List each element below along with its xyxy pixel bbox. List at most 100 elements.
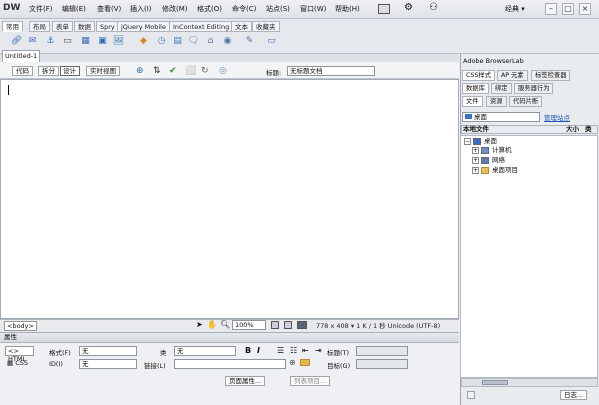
desktop-icon[interactable] [297, 321, 307, 329]
format-select[interactable]: 无 [79, 346, 137, 356]
gear-icon[interactable]: ⚙ [404, 2, 413, 13]
column-local-files[interactable]: 本地文件 [463, 125, 489, 133]
maximize-button[interactable]: □ [562, 3, 574, 15]
insert-tab-layout[interactable]: 布局 [29, 21, 50, 32]
image-icon[interactable]: 🖼︎ [112, 35, 125, 48]
pointer-icon[interactable]: ➤ [196, 320, 203, 329]
browser-icon[interactable]: ◎ [219, 66, 227, 76]
date-icon[interactable]: ◷ [155, 35, 168, 48]
panel-tab-server[interactable]: 服务器行为 [514, 83, 554, 94]
insert-tab-spry[interactable]: Spry [96, 21, 119, 32]
zoom-select[interactable]: 100% [232, 320, 266, 330]
italic-button[interactable]: I [257, 346, 260, 355]
tree-item-computer[interactable]: + 计算机 [472, 146, 512, 154]
preview-icon[interactable]: ⊕ [136, 66, 144, 76]
heading-input[interactable] [356, 346, 408, 356]
insert-tab-data[interactable]: 数据 [74, 21, 95, 32]
insert-tab-incontext[interactable]: InContext Editing [169, 21, 234, 32]
hyperlink-icon[interactable]: 🔗︎ [10, 35, 23, 48]
panel-tab-snippets[interactable]: 代码片断 [509, 96, 543, 107]
point-to-file-icon[interactable]: ⊕ [289, 358, 296, 367]
hr-icon[interactable]: ▭ [61, 35, 74, 48]
panel-tab-css[interactable]: CSS样式 [462, 70, 495, 81]
insert-tab-forms[interactable]: 表单 [52, 21, 73, 32]
menu-help[interactable]: 帮助(H) [335, 4, 360, 14]
check-icon[interactable]: ✔ [169, 66, 177, 76]
html-mode-button[interactable]: <> HTML [5, 346, 34, 363]
view-code-button[interactable]: 代码 [12, 66, 33, 76]
div-icon[interactable]: ▣ [96, 35, 109, 48]
close-button[interactable]: × [579, 3, 591, 15]
log-button[interactable]: 日志... [560, 390, 588, 400]
file-management-icon[interactable]: ⇅ [153, 66, 161, 76]
css-mode-button[interactable]: ▦ CSS [5, 359, 34, 369]
expand-icon[interactable]: + [472, 157, 479, 164]
view-split-button[interactable]: 拆分 [38, 66, 59, 76]
tag-selector[interactable]: <body> [4, 321, 37, 331]
menu-file[interactable]: 文件(F) [29, 4, 53, 14]
tag-chooser-icon[interactable]: ▭ [265, 35, 278, 48]
table-icon[interactable]: ▦ [79, 35, 92, 48]
id-select[interactable]: 无 [79, 359, 137, 369]
user-icon[interactable]: ⚇ [429, 2, 438, 13]
hand-icon[interactable]: ✋ [207, 320, 217, 329]
tablet-icon[interactable] [284, 321, 292, 329]
document-tab[interactable]: Untitled-1 [2, 50, 40, 62]
column-type[interactable]: 类 [585, 125, 592, 133]
list-item-button[interactable]: 列表项目... [290, 376, 331, 386]
expand-icon[interactable]: + [472, 167, 479, 174]
insert-tab-text[interactable]: 文本 [231, 21, 252, 32]
expand-icon[interactable]: + [472, 147, 479, 154]
menu-site[interactable]: 站点(S) [266, 4, 290, 14]
head-icon[interactable]: ⌂ [204, 35, 217, 48]
comment-icon[interactable]: 🗨︎ [187, 35, 200, 48]
anchor-icon[interactable]: ⚓︎ [44, 35, 57, 48]
visual-aids-icon[interactable]: ⬜ [185, 66, 196, 76]
column-size[interactable]: 大小 [566, 125, 579, 133]
insert-tab-jquery[interactable]: jQuery Mobile [117, 21, 170, 32]
title-input[interactable]: 无标题文档 [287, 66, 375, 76]
class-select[interactable]: 无 [174, 346, 236, 356]
menu-command[interactable]: 命令(C) [232, 4, 256, 14]
template-icon[interactable]: ✎ [243, 35, 256, 48]
manage-sites-link[interactable]: 管理站点 [544, 112, 570, 122]
target-select[interactable] [356, 359, 408, 369]
collapse-icon[interactable]: − [464, 138, 471, 145]
panel-tab-database[interactable]: 数据库 [462, 83, 489, 94]
menu-view[interactable]: 查看(V) [97, 4, 121, 14]
insert-tab-common[interactable]: 常用 [2, 21, 23, 32]
refresh-icon[interactable]: ↻ [201, 66, 209, 76]
browserlab-title[interactable]: Adobe BrowserLab [463, 57, 524, 65]
panel-tab-assets[interactable]: 资源 [486, 96, 507, 107]
scrollbar-thumb[interactable] [482, 380, 508, 385]
unordered-list-icon[interactable]: ☰ [277, 346, 284, 355]
server-icon[interactable]: ▤ [171, 35, 184, 48]
layout-icon[interactable] [378, 4, 390, 14]
view-design-button[interactable]: 设计 [60, 66, 80, 76]
link-input[interactable] [174, 359, 286, 369]
menu-window[interactable]: 窗口(W) [300, 4, 326, 14]
zoom-icon[interactable]: 🔍︎ [220, 320, 230, 329]
folder-icon[interactable] [300, 359, 310, 366]
workspace-switcher[interactable]: 经典 ▾ [505, 4, 525, 14]
design-canvas[interactable] [0, 79, 459, 319]
email-icon[interactable]: ✉ [26, 35, 39, 48]
indent-icon[interactable]: ⇥ [315, 346, 322, 355]
insert-tab-favorites[interactable]: 收藏夹 [252, 21, 280, 32]
tree-item-desktop[interactable]: − 桌面 [464, 137, 497, 145]
ordered-list-icon[interactable]: ☷ [290, 346, 297, 355]
panel-tab-files[interactable]: 文件 [462, 96, 483, 107]
menu-modify[interactable]: 修改(M) [162, 4, 188, 14]
menu-insert[interactable]: 插入(I) [130, 4, 152, 14]
minimize-button[interactable]: – [545, 3, 557, 15]
tree-item-network[interactable]: + 网络 [472, 156, 505, 164]
menu-format[interactable]: 格式(O) [197, 4, 222, 14]
script-icon[interactable]: ◉ [221, 35, 234, 48]
site-select[interactable]: 桌面 [462, 112, 540, 122]
tree-item-desktop-items[interactable]: + 桌面项目 [472, 166, 518, 174]
view-live-button[interactable]: 实时视图 [86, 66, 120, 76]
panel-tab-bindings[interactable]: 绑定 [491, 83, 512, 94]
panel-tab-ap[interactable]: AP 元素 [497, 70, 528, 81]
bold-button[interactable]: B [245, 346, 251, 355]
panel-tab-inspector[interactable]: 标签检查器 [531, 70, 571, 81]
